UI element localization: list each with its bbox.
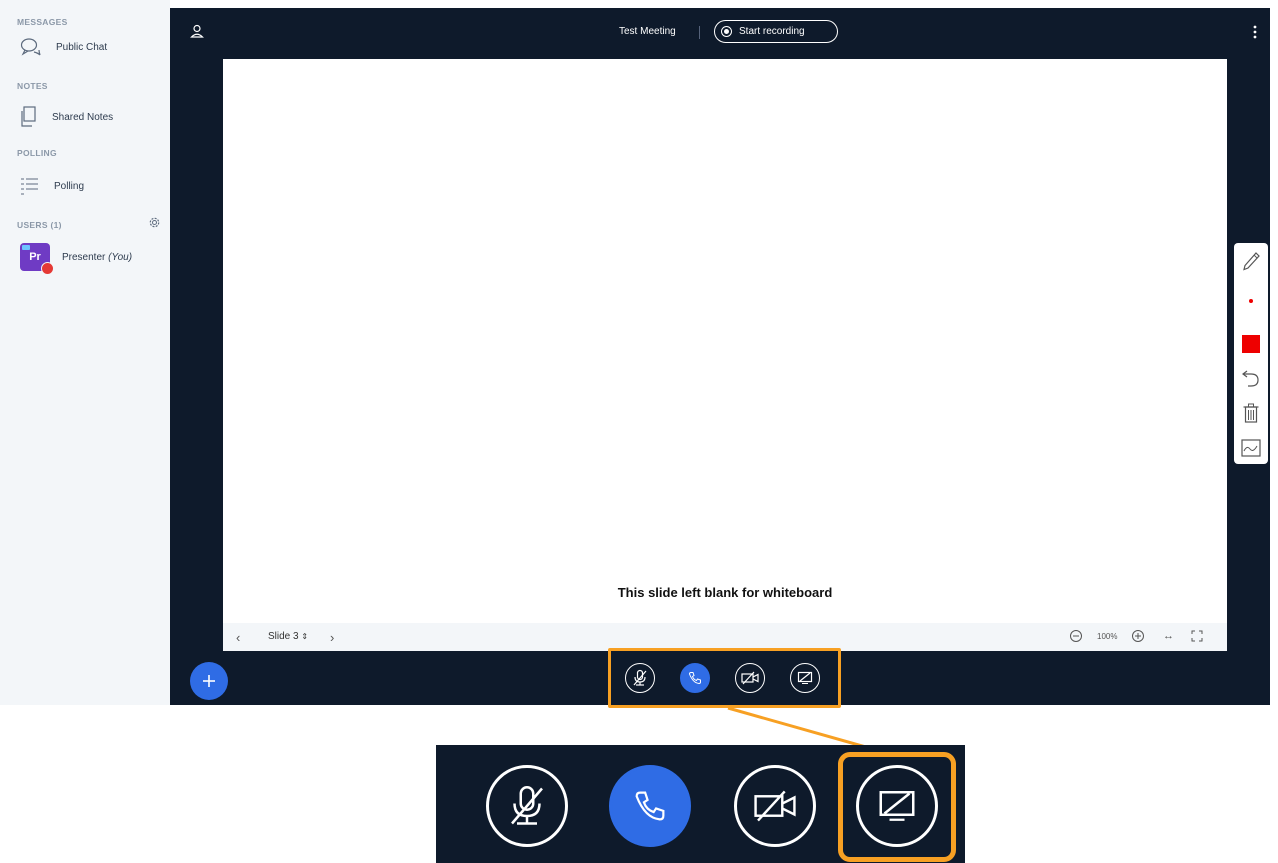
sidebar-item-polling[interactable]: Polling [20, 174, 84, 198]
muted-badge-icon [41, 262, 54, 275]
sidebar-item-label: Polling [54, 180, 85, 192]
zoomed-share-webcam-button[interactable] [734, 765, 816, 847]
video-off-icon [754, 790, 796, 822]
thickness-dot-icon [1249, 299, 1253, 303]
phone-icon [635, 791, 665, 821]
zoom-in-icon[interactable] [1131, 629, 1145, 643]
user-self-suffix: (You) [108, 251, 133, 263]
fit-to-width-icon[interactable]: ↔ [1163, 630, 1174, 642]
slide-select[interactable]: Slide 3 ⇕ [268, 631, 308, 642]
color-tool[interactable] [1234, 335, 1268, 353]
users-section-title: USERS (1) [17, 220, 62, 230]
sidebar: MESSAGES Public Chat NOTES Shared Notes … [0, 0, 170, 705]
zoom-level: 100% [1097, 632, 1118, 641]
multi-user-whiteboard-icon [1241, 439, 1261, 457]
slide-navigation-bar: ‹ Slide 3 ⇕ › 100% ↔ [223, 623, 1227, 651]
zoomed-mute-button[interactable] [486, 765, 568, 847]
previous-slide-button[interactable]: ‹ [236, 630, 240, 645]
whiteboard-toolbar [1234, 243, 1268, 464]
meeting-title: Test Meeting [619, 26, 676, 37]
whiteboard-slide[interactable]: This slide left blank for whiteboard [223, 59, 1227, 623]
pencil-icon [1243, 252, 1260, 271]
record-icon [721, 26, 732, 37]
plus-icon [203, 675, 215, 687]
more-options-icon[interactable] [1252, 24, 1258, 40]
start-recording-button[interactable]: Start recording [714, 20, 838, 43]
user-list-toggle-icon[interactable] [190, 24, 204, 38]
chat-bubbles-icon [20, 38, 41, 56]
controls-highlight [608, 648, 841, 708]
zoom-out-icon[interactable] [1069, 629, 1083, 643]
sidebar-item-label: Shared Notes [52, 111, 114, 123]
next-slide-button[interactable]: › [330, 630, 334, 645]
sidebar-item-public-chat[interactable]: Public Chat [20, 35, 107, 59]
undo-icon [1242, 370, 1259, 387]
muted-microphone-icon [511, 786, 543, 825]
messages-section-title: MESSAGES [17, 17, 68, 27]
title-divider [699, 26, 700, 39]
actions-button[interactable] [190, 662, 228, 700]
sort-arrows-icon: ⇕ [301, 632, 309, 641]
user-name-text: Presenter [62, 251, 106, 263]
multi-user-tool[interactable] [1234, 439, 1268, 457]
sidebar-item-shared-notes[interactable]: Shared Notes [20, 105, 113, 129]
fullscreen-icon[interactable] [1191, 630, 1203, 642]
user-list-item[interactable]: Pr Presenter (You) [20, 243, 132, 275]
zoomed-leave-audio-button[interactable] [609, 765, 691, 847]
presenter-tag-icon [22, 245, 30, 250]
record-label: Start recording [739, 26, 805, 37]
slide-select-value: Slide 3 [268, 631, 299, 642]
color-swatch-icon [1242, 335, 1260, 353]
clear-tool[interactable] [1234, 403, 1268, 423]
trash-icon [1243, 403, 1259, 423]
sidebar-item-label: Public Chat [56, 41, 108, 53]
avatar-initials: Pr [29, 251, 41, 263]
pencil-tool[interactable] [1234, 251, 1268, 273]
avatar: Pr [20, 243, 54, 275]
undo-tool[interactable] [1234, 368, 1268, 388]
slide-text: This slide left blank for whiteboard [617, 585, 833, 600]
zoomed-screen-share-highlight [838, 752, 956, 862]
document-icon [21, 106, 36, 127]
user-name: Presenter (You) [62, 252, 132, 263]
thickness-tool[interactable] [1234, 296, 1268, 306]
gear-icon[interactable] [148, 216, 161, 229]
notes-section-title: NOTES [17, 81, 48, 91]
list-icon [21, 178, 38, 195]
main-area: Test Meeting Start recording This slide … [170, 8, 1270, 705]
polling-section-title: POLLING [17, 148, 57, 158]
